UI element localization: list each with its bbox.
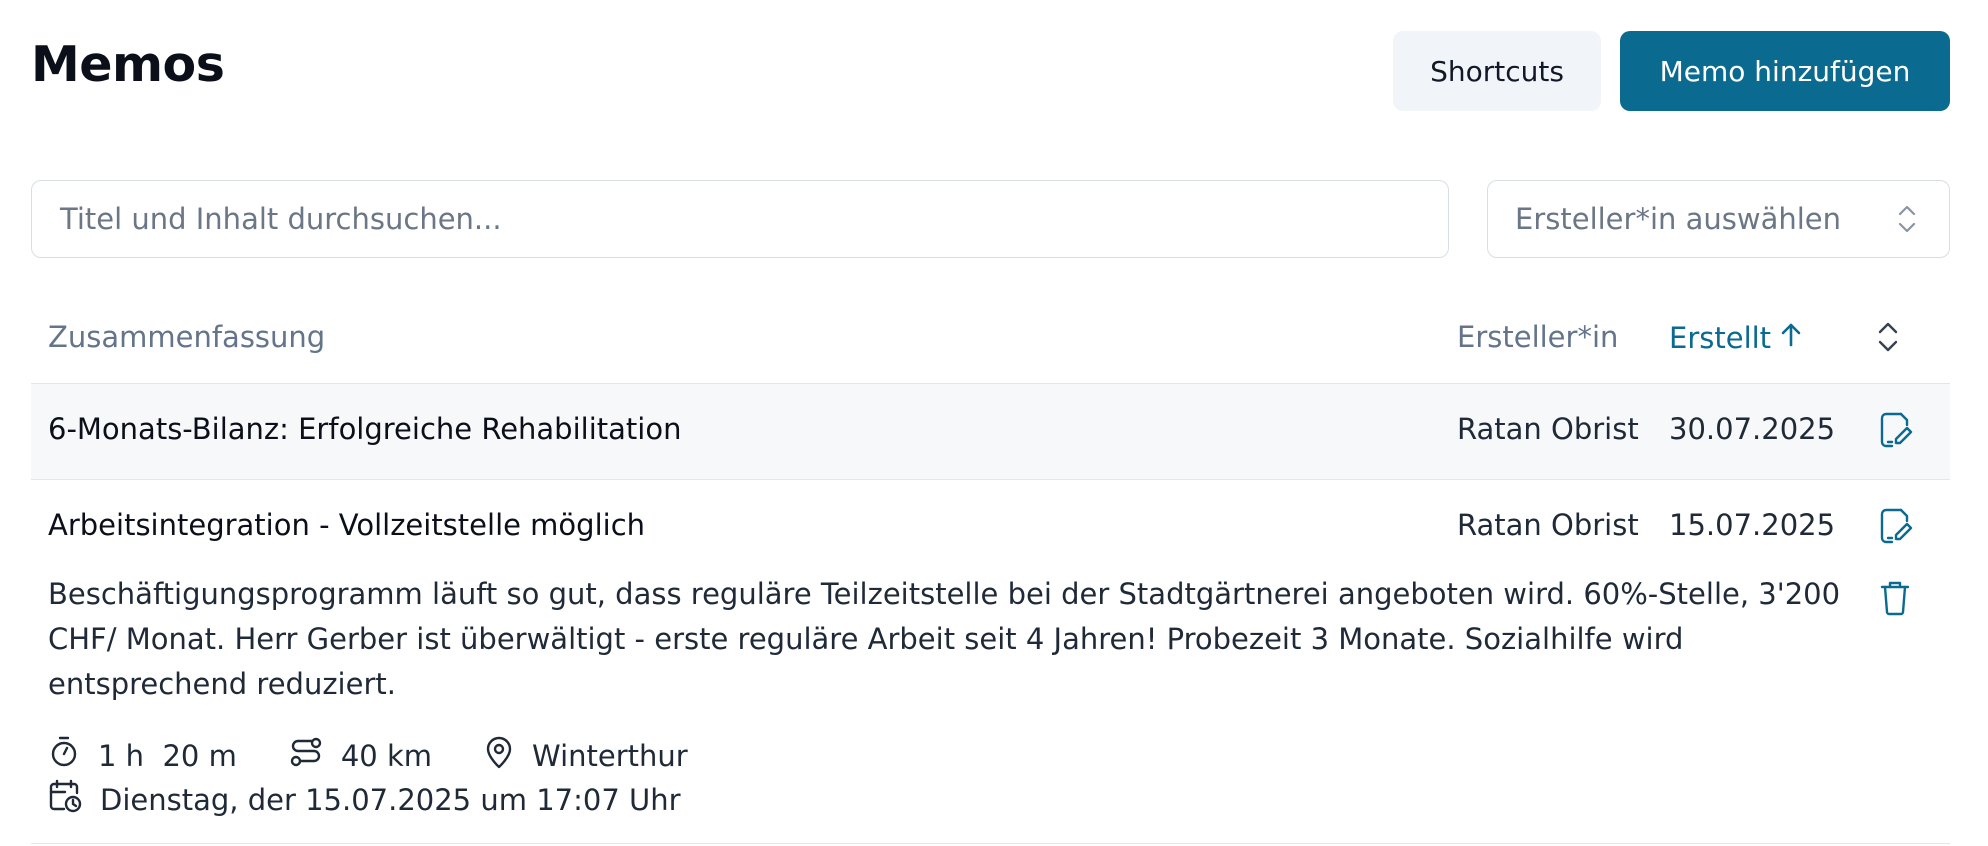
- memo-date: 30.07.2025: [1669, 412, 1836, 446]
- table-header: Zusammenfassung Ersteller*in Erstellt: [31, 300, 1950, 384]
- chevron-up-down-icon: [1897, 203, 1917, 242]
- memo-date: 15.07.2025: [1669, 508, 1836, 542]
- memo-body: Beschäftigungsprogramm läuft so gut, das…: [48, 577, 1841, 701]
- route-icon: [289, 735, 341, 776]
- duration-value: 1 h 20 m: [98, 738, 237, 773]
- memo-creator: Ratan Obrist: [1457, 508, 1639, 542]
- duration: 1 h 20 m: [48, 735, 237, 776]
- edit-icon[interactable]: [1879, 412, 1913, 452]
- creator-select-placeholder: Ersteller*in auswählen: [1515, 202, 1842, 236]
- calendar-clock-icon: [48, 779, 100, 820]
- memo-datetime: Dienstag, der 15.07.2025 um 17:07 Uhr: [48, 779, 733, 820]
- edit-icon[interactable]: [1879, 508, 1913, 548]
- arrow-up-icon: [1779, 320, 1803, 355]
- search-placeholder: Titel und Inhalt durchsuchen...: [60, 202, 502, 236]
- column-summary: Zusammenfassung: [48, 320, 326, 354]
- page-title: Memos: [31, 36, 225, 93]
- distance-value: 40 km: [340, 738, 433, 773]
- column-created[interactable]: Erstellt: [1669, 320, 1803, 355]
- map-pin-icon: [484, 735, 532, 776]
- memo-creator: Ratan Obrist: [1457, 412, 1639, 446]
- shortcuts-button[interactable]: Shortcuts: [1393, 31, 1601, 111]
- memo-meta: 1 h 20 m 40 km Winterthur: [48, 735, 740, 776]
- timer-icon: [48, 735, 98, 776]
- distance: 40 km: [289, 735, 432, 776]
- datetime: Dienstag, der 15.07.2025 um 17:07 Uhr: [48, 779, 681, 820]
- search-input[interactable]: Titel und Inhalt durchsuchen...: [31, 180, 1449, 258]
- table-row-expanded[interactable]: Arbeitsintegration - Vollzeitstelle mögl…: [31, 480, 1950, 844]
- datetime-value: Dienstag, der 15.07.2025 um 17:07 Uhr: [100, 782, 681, 817]
- memo-title: 6-Monats-Bilanz: Erfolgreiche Rehabilita…: [48, 412, 682, 446]
- add-memo-button[interactable]: Memo hinzufügen: [1620, 31, 1950, 111]
- location-value: Winterthur: [532, 738, 688, 773]
- trash-icon[interactable]: [1879, 580, 1911, 620]
- sort-toggle-icon[interactable]: [1876, 320, 1900, 361]
- column-creator[interactable]: Ersteller*in: [1457, 320, 1618, 354]
- column-created-label: Erstellt: [1669, 320, 1772, 355]
- creator-select[interactable]: Ersteller*in auswählen: [1487, 180, 1950, 258]
- table-row[interactable]: 6-Monats-Bilanz: Erfolgreiche Rehabilita…: [31, 384, 1950, 480]
- memo-title: Arbeitsintegration - Vollzeitstelle mögl…: [48, 508, 646, 542]
- location: Winterthur: [484, 735, 688, 776]
